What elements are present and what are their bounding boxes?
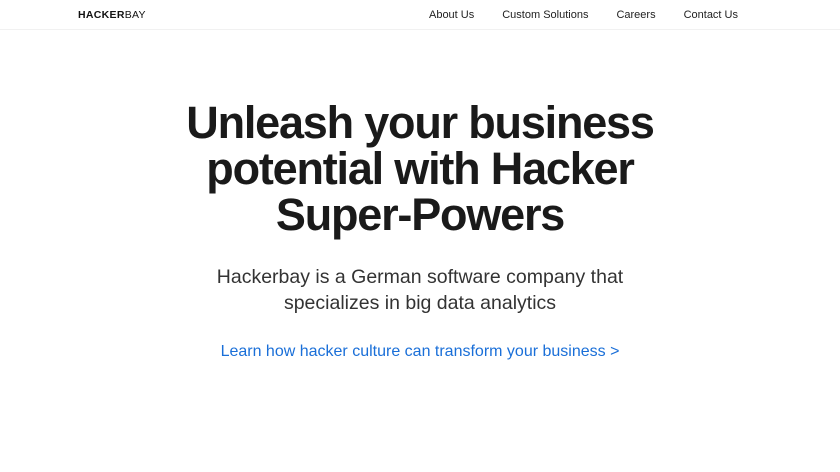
top-navbar: HACKERBAY About Us Custom Solutions Care… xyxy=(0,0,840,30)
hero-subheadline-line: Hackerbay is a German software company t… xyxy=(216,266,624,288)
hero-subheadline: Hackerbay is a German software company t… xyxy=(0,264,840,316)
hero-headline-line: Unleash your business xyxy=(186,97,655,148)
hero-headline-line: potential with Hacker xyxy=(206,143,635,194)
hero-headline: Unleash your business potential with Hac… xyxy=(0,100,840,238)
hero-cta-link[interactable]: Learn how hacker culture can transform y… xyxy=(221,343,620,360)
hero-subheadline-line: specializes in big data analytics xyxy=(283,292,557,314)
hero-headline-line: Super-Powers xyxy=(275,189,565,240)
logo-text-light: BAY xyxy=(124,9,146,21)
nav-careers-link[interactable]: Careers xyxy=(616,8,655,22)
nav-custom-solutions-link[interactable]: Custom Solutions xyxy=(502,8,588,22)
nav-links: About Us Custom Solutions Careers Contac… xyxy=(429,8,738,22)
nav-contact-us-link[interactable]: Contact Us xyxy=(684,8,738,22)
logo-text-bold: HACKER xyxy=(78,9,125,21)
nav-about-us-link[interactable]: About Us xyxy=(429,8,474,22)
logo[interactable]: HACKERBAY xyxy=(78,9,146,21)
hero-cta-container: Learn how hacker culture can transform y… xyxy=(0,342,840,362)
